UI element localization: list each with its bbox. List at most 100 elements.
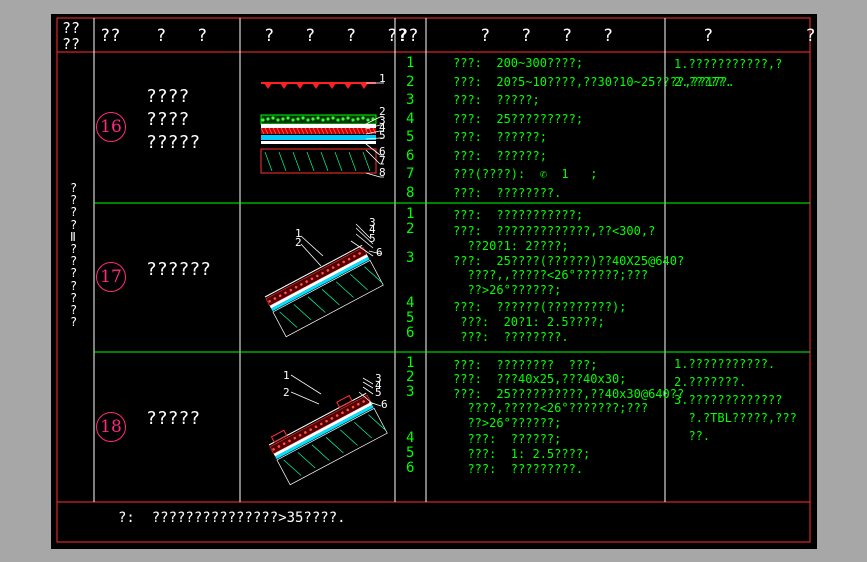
gravel-mark [296, 83, 304, 89]
material-description: ???: ???????????; [453, 208, 584, 222]
gravel-dot [291, 118, 295, 122]
gravel-dot [306, 118, 310, 122]
remark-note: 1.???????????,? [674, 57, 783, 71]
sequence-number: 3 [406, 250, 415, 266]
slab-hatch [320, 151, 329, 172]
row-number-circle: 18 [96, 411, 126, 442]
gravel-dot [361, 116, 365, 120]
sequence-number: 4 [406, 430, 415, 446]
header-col-2: ?? [100, 26, 121, 46]
gravel-dot [301, 116, 305, 120]
gravel-dot [286, 116, 290, 120]
material-description: ??20?1: 2????; [453, 239, 569, 253]
sequence-number: 2 [406, 369, 415, 385]
leader [300, 235, 324, 257]
construction-name: ???? [146, 85, 190, 107]
slab-hatch [335, 281, 354, 298]
slab-hatch [293, 304, 312, 321]
slab-hatch [354, 422, 372, 439]
sequence-number: 3 [406, 384, 415, 400]
material-description: ????,,?????<26°??????;??? [453, 268, 649, 282]
slab-hatch [307, 296, 326, 313]
sequence-number: 2 [406, 73, 415, 90]
layer-label: 2 [283, 386, 290, 399]
layer-label: 1 [283, 369, 290, 382]
material-description: ??>26°??????; [453, 416, 562, 430]
header-col-5: ?? [398, 26, 419, 46]
sequence-number: 4 [406, 110, 415, 127]
gravel-dot [336, 118, 340, 122]
leader [365, 172, 381, 178]
category-char: ? [70, 193, 78, 208]
sequence-number: 5 [406, 129, 415, 145]
slab-hatch [348, 151, 357, 172]
row-number-circle: 17 [96, 262, 126, 292]
remark-note: ??. [674, 429, 711, 443]
remark-note: 2.???????. [674, 375, 747, 389]
category-char: ? [70, 303, 78, 317]
slab-hatch [325, 437, 344, 454]
material-description: ???: ?????; [453, 93, 540, 107]
header-col-3: ? ? [156, 26, 208, 46]
layer-label: 6 [381, 398, 388, 411]
material-description: ???: ???40x25,???40x30; [453, 372, 627, 386]
gravel-dot [351, 118, 355, 122]
gravel-mark [264, 83, 272, 89]
sequence-number: 6 [406, 325, 415, 341]
leader [290, 374, 322, 395]
category-char: ? [70, 278, 78, 293]
layer-label: 6 [376, 246, 383, 259]
membrane [273, 402, 373, 457]
category-char: ? [70, 315, 78, 330]
footer-note: ?: ???????????????>35????. [118, 510, 346, 526]
drawing-sheet: ?? ?? ?? ? ? ? ? ? ?? ?? ? ? ? ? ? ? ?: … [51, 14, 817, 549]
gravel-mark [344, 83, 352, 89]
slab-hatch [283, 459, 302, 476]
slab-hatch [278, 151, 287, 172]
sloped-layers [264, 244, 384, 338]
material-description: ???: ??????; [453, 148, 547, 163]
layer-label: 7 [379, 154, 386, 167]
layer-label: 5 [379, 129, 386, 142]
waterproof [275, 404, 374, 460]
gravel-mark [360, 83, 368, 89]
material-description: ???: ??????(?????????); [453, 300, 627, 314]
layer-label: 2 [295, 236, 302, 249]
category-char: ? [70, 181, 78, 195]
sequence-number: 3 [406, 92, 415, 108]
construction-name: ????? [146, 408, 201, 429]
construction-name: ?????? [146, 258, 212, 280]
sequence-number: 5 [406, 310, 415, 326]
remark-note: 1.???????????. [674, 357, 776, 371]
material-description: ???: ????????. [453, 330, 569, 344]
material-description: ???: ?????????. [453, 462, 584, 476]
layer-7 [260, 148, 377, 174]
material-description: ???: ???????? ???; [453, 358, 598, 372]
header-col-4: ? ? ? ?? [264, 26, 408, 46]
layer-6 [261, 141, 376, 144]
sloped-layers [268, 392, 388, 486]
layer-label: 1 [379, 72, 386, 85]
slab-hatch [264, 151, 273, 172]
layer-label: 5 [375, 386, 382, 399]
gravel-dot [346, 116, 350, 120]
slab-hatch [321, 289, 340, 306]
leader [290, 391, 320, 405]
gravel-dot [341, 117, 345, 121]
category-char: ? [70, 242, 78, 256]
material-description: ????,?????<26°???????;??? [453, 401, 649, 415]
material-description: ???: 25????(??????)??40X25@640? [453, 254, 685, 268]
category-char: Ⅱ [70, 229, 76, 244]
layer-5 [261, 135, 376, 140]
construction-name: ????? [146, 131, 201, 153]
sequence-number: 2 [406, 221, 415, 237]
category-char: ? [70, 205, 78, 220]
material-description: ??>26°??????; [453, 283, 562, 297]
material-description: ???: ????????. [453, 185, 562, 200]
row-number-circle: 16 [96, 112, 126, 142]
header-col-1: ?? ?? [62, 19, 81, 53]
gravel-mark [280, 83, 288, 89]
material-description: ???: 1: 2.5????; [453, 447, 591, 461]
category-char: ? [70, 266, 78, 281]
gravel-dot [356, 117, 360, 121]
